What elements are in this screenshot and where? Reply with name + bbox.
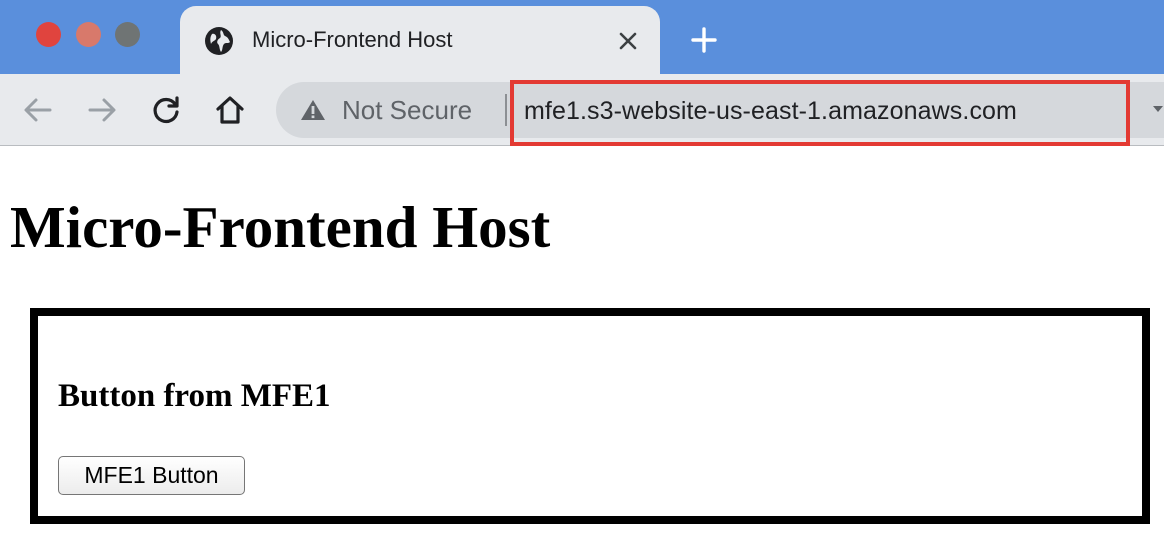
- plus-icon[interactable]: [690, 26, 718, 54]
- mfe1-heading: Button from MFE1: [58, 378, 331, 414]
- browser-tabstrip: Micro-Frontend Host: [0, 0, 1164, 74]
- mfe1-container: Button from MFE1 MFE1 Button: [30, 308, 1150, 524]
- window-close-button[interactable]: [36, 22, 61, 47]
- window-minimize-button[interactable]: [76, 22, 101, 47]
- warning-icon[interactable]: [300, 98, 326, 122]
- security-status-label[interactable]: Not Secure: [342, 95, 472, 125]
- browser-tab[interactable]: Micro-Frontend Host: [180, 6, 660, 74]
- url-text[interactable]: mfe1.s3-website-us-east-1.amazonaws.com: [524, 95, 1017, 127]
- window-zoom-button[interactable]: [115, 22, 140, 47]
- reload-icon[interactable]: [150, 94, 182, 126]
- page-title: Micro-Frontend Host: [10, 194, 551, 260]
- home-icon[interactable]: [214, 94, 246, 126]
- tab-title: Micro-Frontend Host: [252, 27, 453, 52]
- close-icon[interactable]: [617, 30, 639, 52]
- arrow-right-icon[interactable]: [86, 94, 118, 126]
- arrow-left-icon[interactable]: [22, 94, 54, 126]
- globe-icon: [205, 27, 233, 55]
- chevron-down-icon[interactable]: [1152, 104, 1164, 114]
- mfe1-button[interactable]: MFE1 Button: [58, 456, 245, 495]
- omnibox-divider: [505, 94, 507, 126]
